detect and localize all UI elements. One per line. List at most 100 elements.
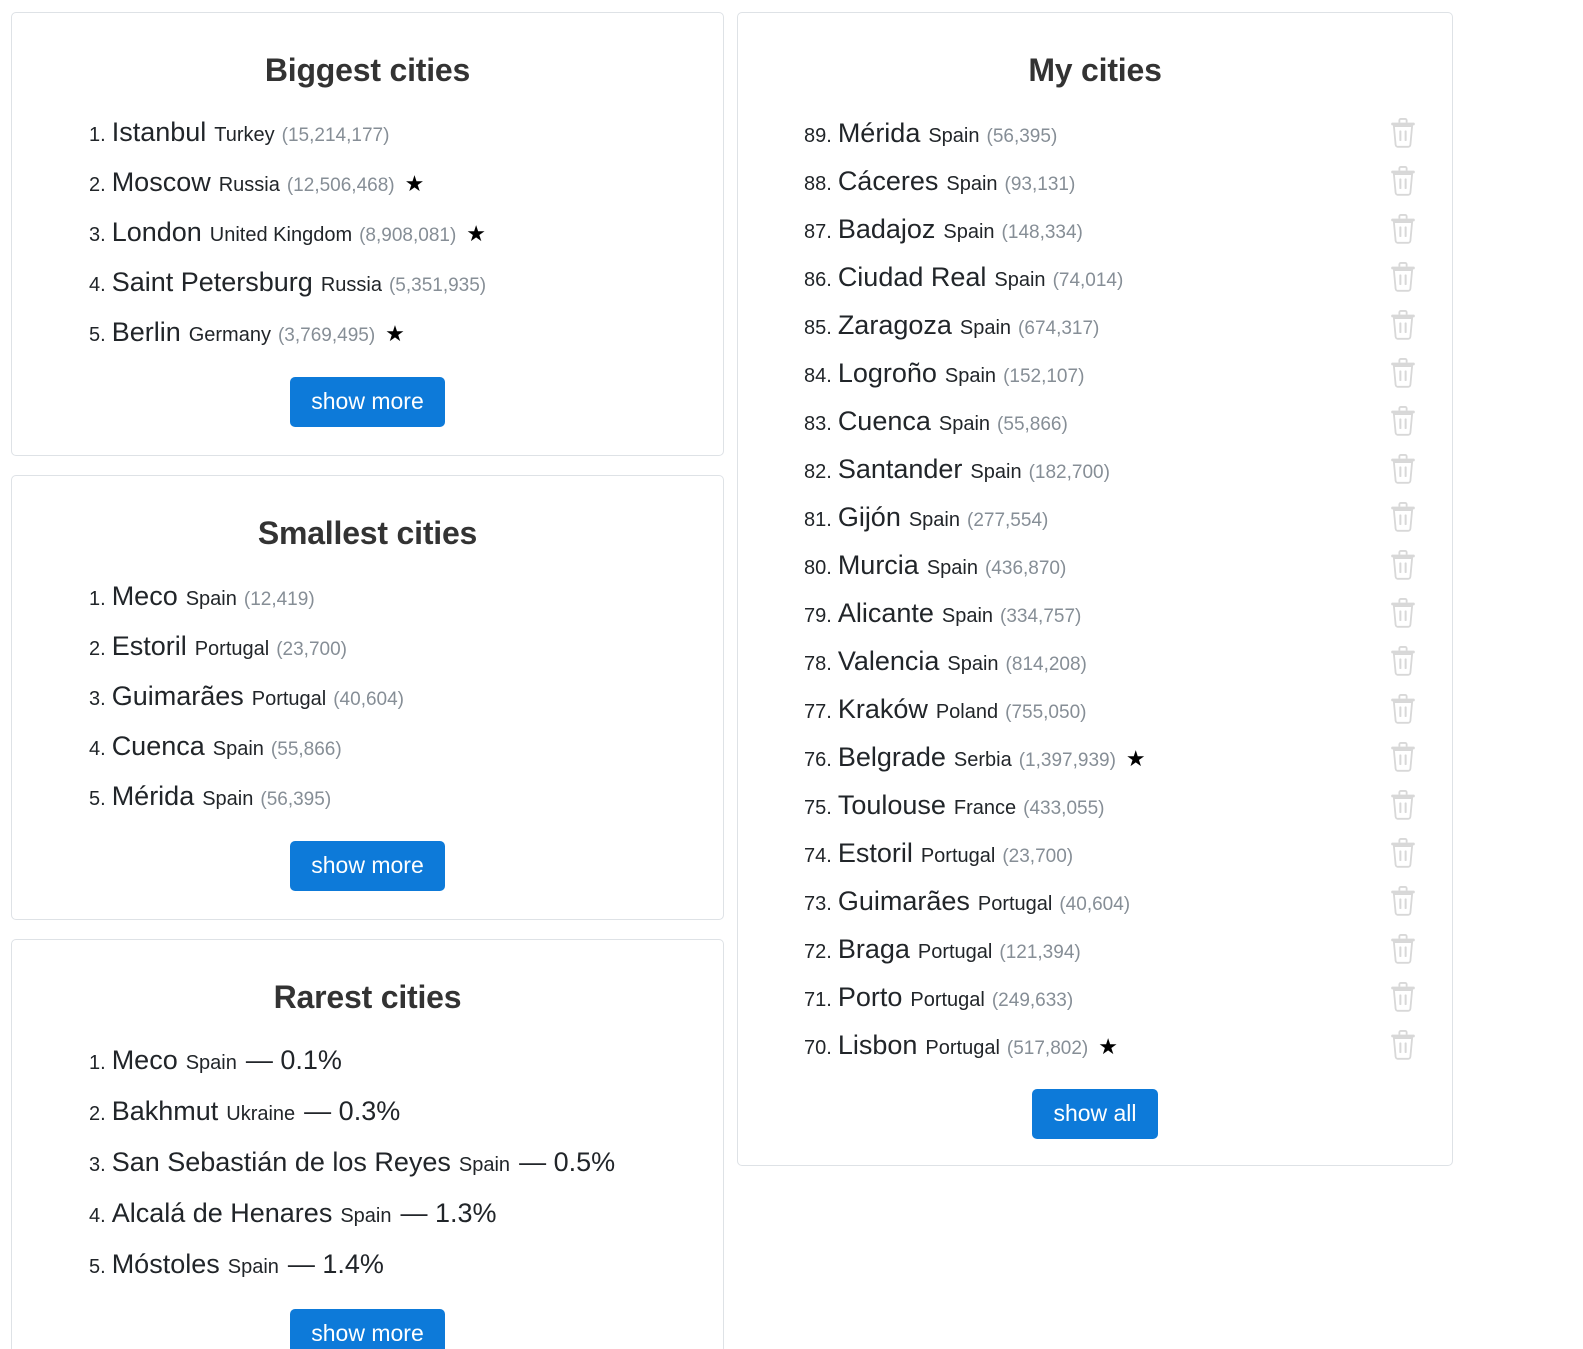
city-name: Bakhmut	[111, 1096, 219, 1127]
city-country: Spain	[458, 1154, 511, 1177]
city-row: 5. Berlin Germany (3,769,495) ★	[32, 318, 703, 348]
trash-icon[interactable]	[1390, 358, 1416, 388]
city-population: (23,700)	[276, 638, 347, 660]
city-rank: 87.	[804, 220, 832, 243]
city-row-text: 87. Badajoz Spain (148,334)	[804, 214, 1378, 244]
city-name: Valencia	[837, 645, 940, 676]
trash-icon[interactable]	[1390, 790, 1416, 820]
trash-icon[interactable]	[1390, 982, 1416, 1012]
trash-icon[interactable]	[1390, 550, 1416, 580]
city-name: Meco	[111, 1045, 178, 1076]
my-city-row: 74. Estoril Portugal (23,700)	[758, 838, 1432, 868]
my-city-row: 82. Santander Spain (182,700)	[758, 454, 1432, 484]
city-population: (148,334)	[1001, 221, 1083, 243]
show-more-smallest-button[interactable]: show more	[290, 840, 445, 891]
show-more-rarest-button[interactable]: show more	[290, 1309, 445, 1349]
city-row-text: 81. Gijón Spain (277,554)	[804, 502, 1378, 532]
city-population: (1,397,939)	[1018, 749, 1116, 771]
city-row: 1. Istanbul Turkey (15,214,177)	[32, 118, 703, 148]
city-name: Estoril	[111, 630, 187, 661]
city-country: Spain	[946, 172, 998, 195]
city-row-text: 80. Murcia Spain (436,870)	[804, 550, 1378, 580]
city-population: (55,866)	[270, 738, 342, 760]
trash-icon[interactable]	[1390, 838, 1416, 868]
city-row-text: 89. Mérida Spain (56,395)	[804, 117, 1378, 148]
my-city-row: 83. Cuenca Spain (55,866)	[758, 406, 1432, 436]
city-name: Saint Petersburg	[111, 267, 313, 298]
city-row-text: 86. Ciudad Real Spain (74,014)	[804, 262, 1378, 292]
city-rarity: — 0.5%	[519, 1147, 616, 1178]
city-rank: 80.	[804, 556, 832, 579]
city-row: 5. Mérida Spain (56,395)	[32, 781, 703, 812]
city-rank: 72.	[804, 940, 832, 963]
trash-icon[interactable]	[1390, 598, 1416, 628]
city-country: France	[953, 796, 1017, 819]
city-rank: 82.	[804, 460, 832, 483]
city-country: Portugal	[194, 637, 270, 660]
trash-icon[interactable]	[1390, 118, 1416, 148]
trash-icon[interactable]	[1390, 934, 1416, 964]
list-my-cities: 89. Mérida Spain (56,395) 88. Cáceres Spain (93…	[758, 118, 1432, 1060]
trash-icon[interactable]	[1390, 166, 1416, 196]
city-row: 4. Alcalá de Henares Spain — 1.3%	[32, 1198, 703, 1229]
city-row-text: 75. Toulouse France (433,055)	[804, 790, 1378, 820]
city-name: Belgrade	[837, 741, 946, 772]
city-rank: 4.	[89, 1205, 106, 1228]
city-name: Alcalá de Henares	[111, 1198, 333, 1229]
city-country: Germany	[188, 324, 271, 347]
trash-icon[interactable]	[1390, 214, 1416, 244]
city-rank: 1.	[89, 587, 106, 610]
trash-icon[interactable]	[1390, 406, 1416, 436]
my-city-row: 70. Lisbon Portugal (517,802) ★	[758, 1030, 1432, 1060]
trash-icon[interactable]	[1390, 694, 1416, 724]
city-name: Logroño	[837, 357, 937, 388]
city-country: Spain	[938, 412, 991, 435]
show-more-biggest-button[interactable]: show more	[290, 377, 445, 428]
city-population: (433,055)	[1023, 797, 1105, 819]
trash-icon[interactable]	[1390, 886, 1416, 916]
trash-icon[interactable]	[1390, 502, 1416, 532]
my-city-row: 78. Valencia Spain (814,208)	[758, 646, 1432, 676]
city-name: Berlin	[111, 317, 181, 348]
trash-icon[interactable]	[1390, 454, 1416, 484]
city-rank: 5.	[89, 787, 106, 810]
city-row-text: 85. Zaragoza Spain (674,317)	[804, 309, 1378, 340]
trash-icon[interactable]	[1390, 1030, 1416, 1060]
city-population: (12,419)	[243, 588, 315, 610]
city-country: United Kingdom	[209, 224, 353, 247]
city-row: 2. Moscow Russia (12,506,468) ★	[32, 168, 703, 198]
city-rank: 5.	[89, 324, 106, 347]
city-name: Zaragoza	[837, 309, 952, 340]
my-city-row: 72. Braga Portugal (121,394)	[758, 934, 1432, 964]
city-country: Portugal	[917, 940, 993, 963]
city-population: (74,014)	[1052, 269, 1124, 291]
city-rank: 83.	[804, 412, 832, 435]
city-country: Spain	[947, 652, 999, 675]
city-row-text: 70. Lisbon Portugal (517,802) ★	[804, 1030, 1378, 1060]
city-rank: 73.	[804, 892, 832, 915]
city-rarity: — 0.3%	[304, 1096, 401, 1127]
city-rank: 71.	[804, 988, 832, 1011]
city-country: Spain	[185, 587, 237, 610]
city-row: 5. Móstoles Spain — 1.4%	[32, 1249, 703, 1280]
city-name: Mérida	[837, 117, 921, 148]
my-cities-button-row: show all	[758, 1089, 1432, 1140]
my-city-row: 75. Toulouse France (433,055)	[758, 790, 1432, 820]
city-country: Spain	[941, 604, 994, 627]
city-rank: 3.	[89, 224, 106, 247]
city-population: (249,633)	[991, 989, 1074, 1011]
city-rarity: — 1.3%	[400, 1198, 497, 1229]
trash-icon[interactable]	[1390, 262, 1416, 292]
my-city-row: 88. Cáceres Spain (93,131)	[758, 166, 1432, 196]
city-row-text: 74. Estoril Portugal (23,700)	[804, 838, 1378, 868]
trash-icon[interactable]	[1390, 646, 1416, 676]
city-population: (56,395)	[986, 125, 1058, 147]
my-city-row: 89. Mérida Spain (56,395)	[758, 118, 1432, 148]
my-city-row: 84. Logroño Spain (152,107)	[758, 358, 1432, 388]
show-all-button[interactable]: show all	[1032, 1089, 1158, 1140]
trash-icon[interactable]	[1390, 742, 1416, 772]
trash-icon[interactable]	[1390, 310, 1416, 340]
city-country: Portugal	[977, 892, 1053, 915]
panel-title-smallest: Smallest cities	[257, 515, 478, 552]
city-country: Spain	[926, 556, 978, 579]
